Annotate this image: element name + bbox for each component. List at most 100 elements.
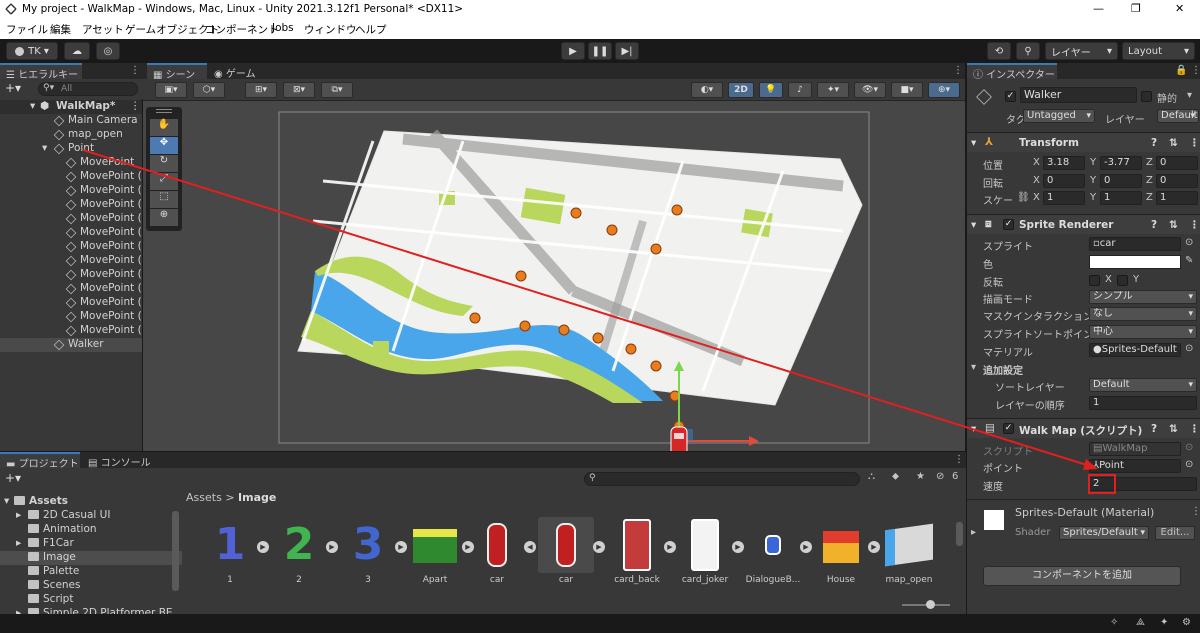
hierarchy-item[interactable]: MovePoint ( xyxy=(0,324,142,338)
hierarchy-item[interactable]: Main Camera xyxy=(0,114,142,128)
walkmap-checkbox[interactable]: ✓ xyxy=(1003,423,1014,434)
add-component-button[interactable]: コンポーネントを追加 xyxy=(983,566,1181,586)
position-x-field[interactable]: 3.18 xyxy=(1043,156,1085,170)
search-button[interactable]: ⚲ xyxy=(1016,42,1040,60)
rotation-y-field[interactable]: 0 xyxy=(1100,174,1142,188)
menu-assets[interactable]: アセット xyxy=(82,22,124,37)
zoom-slider-knob[interactable] xyxy=(926,600,935,609)
link-icon[interactable]: ⛓ xyxy=(1017,192,1030,203)
material-field[interactable]: ●Sprites-Default xyxy=(1089,343,1181,357)
hierarchy-item[interactable]: MovePoint ( xyxy=(0,254,142,268)
hierarchy-item[interactable]: MovePoint xyxy=(0,156,142,170)
menu-help[interactable]: ヘルプ xyxy=(355,22,387,37)
hidden-packages-icon[interactable]: ⊘ xyxy=(936,471,944,482)
asset-item[interactable]: 2 2 ▶ xyxy=(266,517,338,585)
draw-mode-dropdown[interactable]: シンプル xyxy=(1089,290,1197,304)
static-dropdown-icon[interactable]: ▾ xyxy=(1187,90,1192,101)
eyedropper-icon[interactable]: ✎ xyxy=(1185,255,1193,266)
tab-inspector[interactable]: ⓘ インスペクター xyxy=(967,63,1057,81)
walkmap-header[interactable]: ▾ ▤ ✓ Walk Map (スクリプト) ? ⇅ ⋮ xyxy=(967,418,1200,438)
hierarchy-item[interactable]: ▾ Point xyxy=(0,142,142,156)
component-menu-icon[interactable]: ⋮ xyxy=(1189,137,1200,149)
add-button[interactable]: +▾ xyxy=(5,81,21,95)
layout-dropdown[interactable]: Layout ▾ xyxy=(1122,42,1195,60)
tag-dropdown[interactable]: Untagged xyxy=(1023,109,1095,123)
flip-y-checkbox[interactable] xyxy=(1117,275,1128,286)
folder-item[interactable]: Scenes xyxy=(0,579,182,593)
rotation-z-field[interactable]: 0 xyxy=(1156,174,1198,188)
hierarchy-item[interactable]: MovePoint ( xyxy=(0,170,142,184)
hierarchy-item[interactable]: map_open xyxy=(0,128,142,142)
asset-item[interactable]: DialogueB... ▶ xyxy=(740,517,812,585)
search-by-type-icon[interactable]: ⛬ xyxy=(868,471,875,482)
menu-jobs[interactable]: Jobs xyxy=(272,22,294,34)
object-picker-icon[interactable]: ⊙ xyxy=(1185,343,1193,354)
scene-menu-icon[interactable]: ⋮ xyxy=(130,100,141,112)
hierarchy-item[interactable]: MovePoint ( xyxy=(0,212,142,226)
collab-button[interactable]: ◎ xyxy=(96,42,120,60)
preset-icon[interactable]: ⇅ xyxy=(1169,423,1178,435)
component-menu-icon[interactable]: ⋮ xyxy=(1189,219,1200,231)
scale-y-field[interactable]: 1 xyxy=(1100,191,1142,205)
folder-item[interactable]: Animation xyxy=(0,523,182,537)
shading-button[interactable]: ⬡▾ xyxy=(193,82,225,98)
help-icon[interactable]: ? xyxy=(1151,137,1157,149)
scale-z-field[interactable]: 1 xyxy=(1156,191,1198,205)
hierarchy-item[interactable]: MovePoint ( xyxy=(0,240,142,254)
step-button[interactable]: ▶| xyxy=(615,42,639,60)
preset-icon[interactable]: ⇅ xyxy=(1169,219,1178,231)
mask-dropdown[interactable]: なし xyxy=(1089,307,1197,321)
menu-edit[interactable]: 編集 xyxy=(50,22,71,37)
notification-icon[interactable]: ✦ xyxy=(1160,617,1168,628)
pause-button[interactable]: ❚❚ xyxy=(588,42,612,60)
asset-item[interactable]: Apart ▶ xyxy=(402,517,474,585)
help-icon[interactable]: ? xyxy=(1151,423,1157,435)
settings-icon[interactable]: ⚙ xyxy=(1182,617,1191,628)
grid-snap-button[interactable]: ⊞▾ xyxy=(245,82,277,98)
zoom-slider[interactable] xyxy=(902,600,950,609)
project-search-input[interactable]: ⚲ xyxy=(584,472,860,486)
asset-item[interactable]: car ▶ xyxy=(533,517,605,585)
menu-file[interactable]: ファイル xyxy=(6,22,48,37)
folder-item[interactable]: Palette xyxy=(0,565,182,579)
visibility-toggle[interactable]: 👁▾ xyxy=(854,82,886,98)
position-y-field[interactable]: -3.77 xyxy=(1100,156,1142,170)
sprite-renderer-header[interactable]: ▾ ⧈ ✓ Sprite Renderer ? ⇅ ⋮ xyxy=(967,214,1200,234)
asset-item[interactable]: map_open xyxy=(876,517,942,585)
material-menu-icon[interactable]: ⋮ xyxy=(1191,506,1200,517)
lock-icon[interactable]: 🔒 xyxy=(1175,65,1187,76)
preset-icon[interactable]: ⇅ xyxy=(1169,137,1178,149)
cloud-button[interactable]: ☁ xyxy=(64,42,90,60)
component-menu-icon[interactable]: ⋮ xyxy=(1189,423,1200,435)
sorting-layer-dropdown[interactable]: Default xyxy=(1089,378,1197,392)
minimize-button[interactable]: — xyxy=(1093,2,1104,15)
static-checkbox[interactable] xyxy=(1141,91,1152,102)
maximize-button[interactable]: ❐ xyxy=(1131,2,1141,15)
edit-shader-button[interactable]: Edit... xyxy=(1155,526,1195,540)
hierarchy-item[interactable]: MovePoint ( xyxy=(0,296,142,310)
network-icon[interactable]: ⟁ xyxy=(1136,617,1145,628)
hierarchy-item[interactable]: MovePoint ( xyxy=(0,198,142,212)
search-by-label-icon[interactable]: ⬥ xyxy=(892,471,899,482)
account-dropdown[interactable]: TK ▾ xyxy=(6,42,58,60)
tab-scene[interactable]: ▦ シーン xyxy=(147,63,207,81)
transform-header[interactable]: ▾ ⅄ Transform ? ⇅ ⋮ xyxy=(967,132,1200,152)
folder-item[interactable]: Image xyxy=(0,551,182,565)
tab-console[interactable]: ▤ コンソール xyxy=(82,452,152,469)
breadcrumb-image[interactable]: Image xyxy=(238,491,276,504)
folder-item[interactable]: Script xyxy=(0,593,182,607)
create-button[interactable]: +▾ xyxy=(5,471,21,485)
play-button[interactable]: ▶ xyxy=(561,42,585,60)
favorites-icon[interactable]: ★ xyxy=(916,471,925,482)
position-z-field[interactable]: 0 xyxy=(1156,156,1198,170)
tab-project[interactable]: ▬ プロジェクト xyxy=(0,452,80,470)
object-picker-icon[interactable]: ⊙ xyxy=(1185,237,1193,248)
assets-folder[interactable]: ▾ Assets xyxy=(0,495,182,509)
scale-x-field[interactable]: 1 xyxy=(1043,191,1085,205)
draw-mode-button[interactable]: ▣▾ xyxy=(155,82,187,98)
audio-toggle[interactable]: ♪ xyxy=(788,82,812,98)
asset-item[interactable]: card_back ▶ xyxy=(604,517,676,585)
scene-root[interactable]: ▾ ⬢ WalkMap* ⋮ xyxy=(0,100,142,114)
lighting-toggle[interactable]: 💡 xyxy=(759,82,783,98)
object-picker-icon[interactable]: ⊙ xyxy=(1185,459,1193,470)
